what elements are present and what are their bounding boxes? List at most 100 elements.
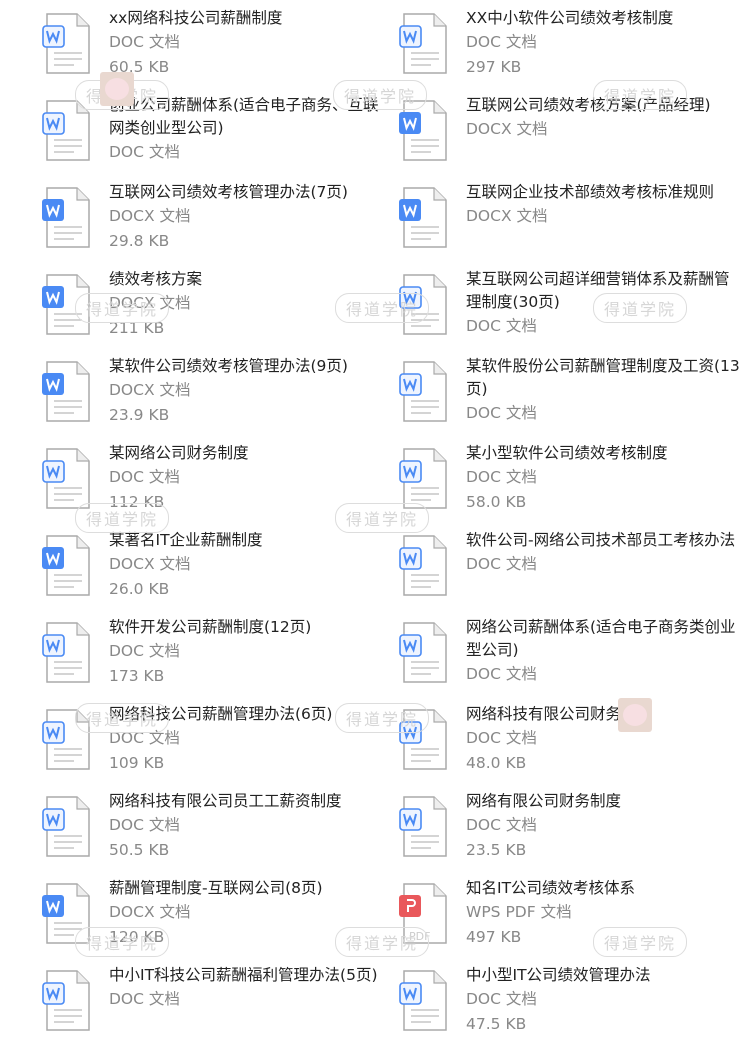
watermark: 得道学院 — [75, 293, 170, 323]
word-file-icon — [42, 13, 90, 75]
file-item[interactable]: 某小型软件公司绩效考核制度 DOC 文档 58.0 KB — [395, 440, 750, 527]
file-item[interactable]: 中小型IT公司绩效管理办法 DOC 文档 47.5 KB — [395, 962, 750, 1049]
pig-sticker-image — [100, 72, 134, 106]
file-size: 58.0 KB — [466, 493, 527, 511]
word-file-icon — [399, 187, 447, 249]
file-size: 173 KB — [109, 667, 165, 685]
watermark: 得道学院 — [75, 703, 170, 733]
file-title: 中小型IT公司绩效管理办法 — [466, 966, 651, 984]
file-size: 109 KB — [109, 754, 165, 772]
file-title: 中小IT科技公司薪酬福利管理办法(5页) — [109, 966, 378, 984]
file-title: 某小型软件公司绩效考核制度 — [466, 444, 668, 462]
file-type: DOC 文档 — [466, 665, 537, 683]
file-title: 网络科技有限公司员工工薪资制度 — [109, 792, 342, 810]
file-info: 网络有限公司财务制度 DOC 文档 23.5 KB — [466, 790, 741, 863]
file-type: DOCX 文档 — [109, 207, 191, 225]
file-title: 绩效考核方案 — [109, 270, 203, 288]
file-info: 软件公司-网络公司技术部员工考核办法 DOC 文档 — [466, 529, 741, 577]
file-size: 26.0 KB — [109, 580, 170, 598]
word-file-icon — [42, 187, 90, 249]
watermark: 得道学院 — [335, 503, 430, 533]
file-item[interactable]: 软件公司-网络公司技术部员工考核办法 DOC 文档 — [395, 527, 750, 614]
file-type: WPS PDF 文档 — [466, 903, 572, 921]
file-info: 互联网公司绩效考核管理办法(7页) DOCX 文档 29.8 KB — [109, 181, 384, 254]
file-item[interactable]: 互联网公司绩效考核方案(产品经理) DOCX 文档 — [395, 92, 750, 179]
file-info: 网络公司薪酬体系(适合电子商务类创业型公司) DOC 文档 — [466, 616, 741, 687]
file-type: DOC 文档 — [466, 816, 537, 834]
word-file-icon — [42, 361, 90, 423]
file-type: DOCX 文档 — [466, 120, 548, 138]
word-file-icon — [42, 970, 90, 1032]
file-size: 50.5 KB — [109, 841, 170, 859]
file-info: 中小型IT公司绩效管理办法 DOC 文档 47.5 KB — [466, 964, 741, 1037]
file-item[interactable]: 网络有限公司财务制度 DOC 文档 23.5 KB — [395, 788, 750, 875]
file-size: 297 KB — [466, 58, 522, 76]
file-type: DOC 文档 — [466, 404, 537, 422]
file-item[interactable]: 网络公司薪酬体系(适合电子商务类创业型公司) DOC 文档 — [395, 614, 750, 701]
word-file-icon — [42, 448, 90, 510]
file-size: 47.5 KB — [466, 1015, 527, 1033]
word-file-icon — [399, 796, 447, 858]
file-info: XX中小软件公司绩效考核制度 DOC 文档 297 KB — [466, 7, 741, 80]
file-info: 某小型软件公司绩效考核制度 DOC 文档 58.0 KB — [466, 442, 741, 515]
file-title: 薪酬管理制度-互联网公司(8页) — [109, 879, 323, 897]
word-file-icon — [399, 535, 447, 597]
file-item[interactable]: 互联网公司绩效考核管理办法(7页) DOCX 文档 29.8 KB — [38, 179, 395, 266]
file-info: 软件开发公司薪酬制度(12页) DOC 文档 173 KB — [109, 616, 384, 689]
word-file-icon — [399, 622, 447, 684]
watermark: 得道学院 — [335, 927, 430, 957]
file-item[interactable]: 某软件公司绩效考核管理办法(9页) DOCX 文档 23.9 KB — [38, 353, 395, 440]
file-item[interactable]: XX中小软件公司绩效考核制度 DOC 文档 297 KB — [395, 5, 750, 92]
watermark: 得道学院 — [333, 80, 428, 110]
watermark: 得道学院 — [75, 927, 170, 957]
file-type: DOC 文档 — [109, 33, 180, 51]
file-title: 某软件股份公司薪酬管理制度及工资(13页) — [466, 357, 740, 398]
file-title: 某软件公司绩效考核管理办法(9页) — [109, 357, 348, 375]
file-item[interactable]: PDF 知名IT公司绩效考核体系 WPS PDF 文档 497 KB — [395, 875, 750, 962]
file-item[interactable]: 中小IT科技公司薪酬福利管理办法(5页) DOC 文档 — [38, 962, 395, 1049]
file-title: xx网络科技公司薪酬制度 — [109, 9, 283, 27]
file-info: 某著名IT企业薪酬制度 DOCX 文档 26.0 KB — [109, 529, 384, 602]
file-item[interactable]: 软件开发公司薪酬制度(12页) DOC 文档 173 KB — [38, 614, 395, 701]
file-size: 23.5 KB — [466, 841, 527, 859]
file-type: DOC 文档 — [466, 33, 537, 51]
file-type: DOC 文档 — [109, 143, 180, 161]
file-info: 某软件公司绩效考核管理办法(9页) DOCX 文档 23.9 KB — [109, 355, 384, 428]
file-title: 某网络公司财务制度 — [109, 444, 249, 462]
file-type: DOCX 文档 — [109, 381, 191, 399]
word-file-icon — [42, 535, 90, 597]
file-type: DOCX 文档 — [109, 555, 191, 573]
file-type: DOC 文档 — [466, 729, 537, 747]
file-item[interactable]: 网络科技有限公司员工工薪资制度 DOC 文档 50.5 KB — [38, 788, 395, 875]
file-info: 网络科技有限公司财务制度 DOC 文档 48.0 KB — [466, 703, 741, 776]
file-type: DOC 文档 — [466, 990, 537, 1008]
file-item[interactable]: 网络科技有限公司财务制度 DOC 文档 48.0 KB — [395, 701, 750, 788]
file-size: 23.9 KB — [109, 406, 170, 424]
file-item[interactable]: 某软件股份公司薪酬管理制度及工资(13页) DOC 文档 — [395, 353, 750, 440]
file-size: 60.5 KB — [109, 58, 170, 76]
word-file-icon — [42, 622, 90, 684]
file-info: xx网络科技公司薪酬制度 DOC 文档 60.5 KB — [109, 7, 384, 80]
watermark: 得道学院 — [593, 293, 688, 323]
file-type: DOC 文档 — [109, 990, 180, 1008]
file-type: DOC 文档 — [109, 642, 180, 660]
file-item[interactable]: xx网络科技公司薪酬制度 DOC 文档 60.5 KB — [38, 5, 395, 92]
file-size: 48.0 KB — [466, 754, 527, 772]
word-file-icon — [399, 970, 447, 1032]
word-file-icon — [399, 13, 447, 75]
file-title: 软件公司-网络公司技术部员工考核办法 — [466, 531, 736, 549]
file-title: 软件开发公司薪酬制度(12页) — [109, 618, 312, 636]
word-file-icon — [399, 361, 447, 423]
file-info: 网络科技有限公司员工工薪资制度 DOC 文档 50.5 KB — [109, 790, 384, 863]
word-file-icon — [399, 448, 447, 510]
file-item[interactable]: 互联网企业技术部绩效考核标准规则 DOCX 文档 — [395, 179, 750, 266]
file-type: DOC 文档 — [466, 468, 537, 486]
watermark: 得道学院 — [335, 293, 430, 323]
file-type: DOCX 文档 — [109, 903, 191, 921]
file-item[interactable]: 某著名IT企业薪酬制度 DOCX 文档 26.0 KB — [38, 527, 395, 614]
file-item[interactable]: 某互联网公司超详细营销体系及薪酬管理制度(30页) DOC 文档 — [395, 266, 750, 353]
file-info: 中小IT科技公司薪酬福利管理办法(5页) DOC 文档 — [109, 964, 384, 1012]
word-file-icon — [42, 796, 90, 858]
pig-sticker-image — [618, 698, 652, 732]
file-type: DOC 文档 — [109, 468, 180, 486]
